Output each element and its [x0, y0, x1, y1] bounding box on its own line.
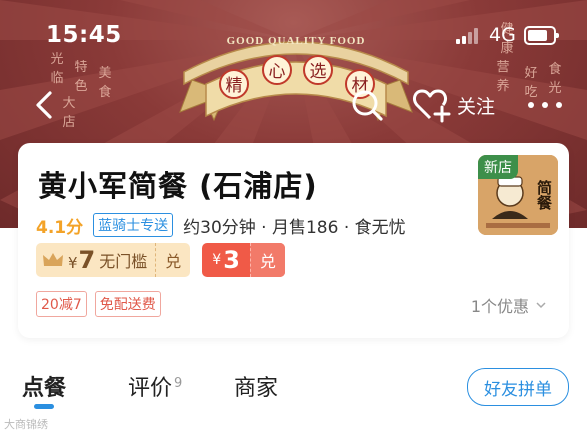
coupon-exchange-button[interactable]: 兑 — [249, 243, 285, 277]
active-tab-indicator — [34, 404, 54, 409]
shop-info-card: 黄小军简餐 (石浦店) 简餐 新店 4.1分 蓝骑士专送 约30分钟 · 月售1… — [18, 143, 569, 338]
emblem-char: 心 — [269, 62, 286, 82]
search-icon[interactable] — [350, 88, 384, 122]
status-time: 15:45 — [46, 22, 122, 48]
shop-rating: 4.1分 — [36, 217, 84, 238]
group-order-button[interactable]: 好友拼单 — [467, 368, 569, 406]
promo-tags: 20减7 免配送费 — [36, 291, 169, 317]
coupon-currency: ¥ — [68, 254, 78, 272]
coupon-exchange-button[interactable]: 兑 — [155, 243, 190, 277]
back-arrow-icon[interactable] — [32, 88, 58, 122]
emblem-char: 选 — [310, 62, 327, 82]
promo-tag: 20减7 — [36, 291, 87, 317]
coupon-row: ¥7 无门槛 兑 ¥3 兑 — [36, 243, 285, 277]
network-label: 4G — [489, 24, 516, 46]
offers-toggle[interactable]: 1个优惠 — [471, 293, 547, 317]
tab-order[interactable]: 点餐 — [22, 370, 66, 402]
new-shop-badge: 新店 — [478, 155, 518, 179]
tab-reviews[interactable]: 评价 9 — [128, 370, 182, 402]
shop-meta-row: 4.1分 蓝骑士专送 约30分钟 · 月售186 · 食无忧 — [36, 213, 406, 238]
coupon-currency: ¥ — [212, 252, 222, 268]
tab-label: 评价 — [128, 376, 173, 401]
rider-delivery-badge: 蓝骑士专送 — [93, 213, 174, 237]
delivery-info: 约30分钟 · 月售186 · 食无忧 — [183, 217, 406, 238]
tab-label: 点餐 — [22, 376, 67, 401]
tab-label: 商家 — [234, 376, 279, 401]
coupon-amount: 3 — [223, 246, 240, 274]
more-menu-icon[interactable] — [528, 102, 564, 110]
top-navbar: 关注 — [0, 86, 587, 126]
shop-logo[interactable]: 简餐 新店 — [478, 155, 558, 235]
crown-icon — [43, 253, 63, 266]
status-bar: 15:45 4G — [0, 22, 587, 54]
banner-deco-text: 光临 — [50, 52, 64, 86]
coupon-desc: 无门槛 — [99, 252, 148, 271]
battery-icon — [524, 26, 559, 45]
coupon-amount: 7 — [78, 246, 96, 274]
signal-icon — [456, 28, 478, 44]
logo-text: 简餐 — [535, 179, 553, 211]
follow-heart-icon[interactable] — [412, 87, 452, 123]
promo-tag: 免配送费 — [94, 291, 161, 317]
red-coupon[interactable]: ¥3 兑 — [202, 243, 285, 277]
review-count: 9 — [174, 375, 183, 391]
watermark: 大商锦绣 — [4, 418, 48, 431]
shop-name: 黄小军简餐 (石浦店) — [38, 169, 318, 203]
offers-label: 1个优惠 — [470, 297, 529, 316]
member-coupon[interactable]: ¥7 无门槛 兑 — [36, 243, 191, 277]
tab-merchant[interactable]: 商家 — [234, 370, 278, 402]
follow-button[interactable]: 关注 — [457, 92, 495, 119]
chevron-down-icon — [536, 302, 546, 309]
